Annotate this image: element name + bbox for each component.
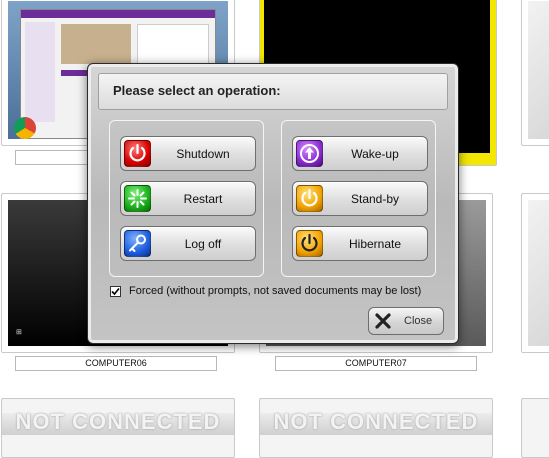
computer-tile-not-connected-3[interactable] bbox=[521, 398, 549, 458]
restart-icon bbox=[124, 185, 151, 212]
not-connected-text: NOT CONNECTED bbox=[15, 409, 221, 434]
computer-tile-3[interactable] bbox=[521, 0, 549, 146]
key-icon bbox=[124, 230, 151, 257]
stand-by-label: Stand-by bbox=[350, 192, 400, 206]
dialog-header: Please select an operation: bbox=[98, 73, 448, 110]
check-mark-icon bbox=[111, 287, 120, 296]
desktop-thumbnail bbox=[528, 1, 549, 139]
not-connected-banner: NOT CONNECTED bbox=[2, 409, 234, 435]
restart-button[interactable]: Restart bbox=[120, 181, 256, 216]
forced-checkbox[interactable] bbox=[110, 286, 121, 297]
computer-tile-not-connected-2[interactable]: NOT CONNECTED bbox=[259, 398, 493, 458]
not-connected-banner: NOT CONNECTED bbox=[260, 409, 492, 435]
shutdown-label: Shutdown bbox=[176, 147, 230, 161]
power-icon bbox=[296, 230, 323, 257]
computer-tile-4[interactable] bbox=[521, 193, 549, 353]
forced-label: Forced (without prompts, not saved docum… bbox=[129, 285, 422, 297]
tile-label-computer07: COMPUTER07 bbox=[275, 356, 477, 371]
close-label: Close bbox=[404, 315, 433, 327]
power-icon bbox=[296, 185, 323, 212]
chrome-icon bbox=[14, 117, 36, 139]
operation-dialog: Please select an operation: Shutdown Res… bbox=[87, 63, 459, 344]
log-off-label: Log off bbox=[184, 237, 222, 251]
shutdown-button[interactable]: Shutdown bbox=[120, 136, 256, 171]
restart-label: Restart bbox=[183, 192, 223, 206]
windows-logo: ⊞ bbox=[16, 329, 22, 336]
wake-up-label: Wake-up bbox=[351, 147, 399, 161]
wake-up-button[interactable]: Wake-up bbox=[292, 136, 428, 171]
hibernate-label: Hibernate bbox=[348, 237, 402, 251]
close-icon bbox=[375, 313, 391, 329]
log-off-button[interactable]: Log off bbox=[120, 226, 256, 261]
hibernate-button[interactable]: Hibernate bbox=[292, 226, 428, 261]
dialog-title: Please select an operation: bbox=[113, 83, 281, 98]
computer-tile-not-connected-1[interactable]: NOT CONNECTED bbox=[1, 398, 235, 458]
close-button[interactable]: Close bbox=[368, 307, 444, 335]
right-operations-group: Wake-up Stand-by Hibernate bbox=[281, 120, 436, 277]
desktop-thumbnail bbox=[528, 200, 549, 346]
power-icon bbox=[124, 140, 151, 167]
wake-up-arrow-icon bbox=[296, 140, 323, 167]
stand-by-button[interactable]: Stand-by bbox=[292, 181, 428, 216]
tile-label-computer06: COMPUTER06 bbox=[15, 356, 217, 371]
not-connected-text: NOT CONNECTED bbox=[273, 409, 479, 434]
left-operations-group: Shutdown Restart Log off bbox=[109, 120, 264, 277]
